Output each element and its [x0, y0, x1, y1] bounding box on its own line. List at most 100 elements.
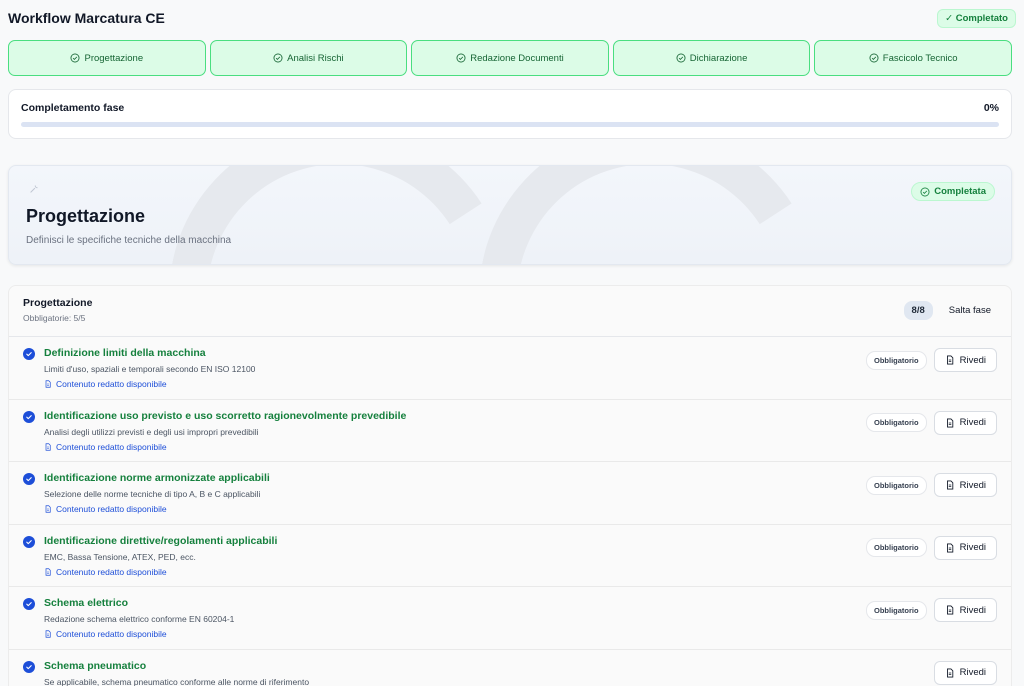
review-button[interactable]: Rivedi	[933, 660, 997, 685]
required-badge: Obbligatorio	[866, 475, 927, 495]
review-button[interactable]: Rivedi	[933, 410, 997, 435]
progress-bar	[21, 122, 999, 127]
review-label: Rivedi	[959, 667, 986, 678]
phase-progress-card: Completamento fase 0%	[8, 89, 1012, 139]
drafted-content-label: Contenuto redatto disponibile	[56, 566, 167, 577]
task-title: Identificazione norme armonizzate applic…	[44, 472, 270, 484]
task-description: Analisi degli utilizzi previsti e degli …	[44, 426, 259, 437]
drafted-content-link[interactable]: Contenuto redatto disponibile	[44, 629, 234, 639]
document-icon	[44, 630, 52, 638]
step-label: Dichiarazione	[689, 52, 748, 64]
drafted-content-label: Contenuto redatto disponibile	[56, 379, 167, 389]
task-row: Identificazione norme armonizzate applic…	[9, 462, 1011, 525]
review-button[interactable]: Rivedi	[933, 348, 997, 372]
review-button[interactable]: Rivedi	[933, 473, 997, 497]
phase-status-badge: Completata	[911, 182, 995, 201]
document-icon	[945, 418, 955, 428]
step-progettazione[interactable]: Progettazione	[8, 40, 206, 76]
required-badge: Obbligatorio	[866, 538, 927, 557]
task-description: Selezione delle norme tecniche di tipo A…	[44, 489, 261, 499]
document-icon	[945, 355, 955, 365]
drafted-content-link[interactable]: Contenuto redatto disponibile	[44, 504, 270, 514]
drafted-content-label: Contenuto redatto disponibile	[56, 504, 167, 514]
top-bar: Workflow Marcatura CE ✓ Completato	[0, 0, 1024, 36]
document-icon	[945, 605, 955, 615]
document-icon	[44, 380, 52, 388]
drafted-content-link[interactable]: Contenuto redatto disponibile	[44, 567, 277, 577]
required-badge: Obbligatorio	[866, 350, 927, 370]
task-row: Schema pneumatico Se applicabile, schema …	[9, 650, 1011, 686]
task-list-card: Progettazione Obbligatorie: 5/5 8/8 Salt…	[8, 285, 1012, 686]
workflow-steps: Progettazione Analisi Rischi Redazione D…	[8, 40, 1012, 76]
review-label: Rivedi	[959, 479, 986, 491]
phase-status-label: Completata	[934, 186, 986, 197]
step-fascicolo-tecnico[interactable]: Fascicolo Tecnico	[814, 40, 1012, 76]
task-count-badge: 8/8	[903, 300, 933, 320]
review-button[interactable]: Rivedi	[933, 598, 997, 622]
task-row: Identificazione uso previsto e uso scorr…	[9, 400, 1011, 462]
page-title: Workflow Marcatura CE	[8, 10, 165, 26]
background-decoration	[137, 166, 541, 264]
status-badge: ✓ Completato	[937, 8, 1016, 28]
document-icon	[44, 567, 52, 576]
drafted-content-label: Contenuto redatto disponibile	[56, 629, 167, 639]
check-circle-icon	[23, 348, 35, 360]
step-label: Analisi Rischi	[287, 52, 344, 64]
step-label: Redazione Documenti	[470, 52, 564, 64]
task-list: Definizione limiti della macchina Limiti …	[9, 337, 1011, 686]
step-label: Fascicolo Tecnico	[882, 52, 958, 64]
task-list-header: Progettazione Obbligatorie: 5/5 8/8 Salt…	[9, 286, 1011, 337]
phase-header-card: Progettazione Definisci le specifiche te…	[8, 165, 1012, 265]
check-circle-icon	[456, 53, 466, 63]
task-title: Identificazione uso previsto e uso scorr…	[44, 409, 407, 422]
task-description: Redazione schema elettrico conforme EN 6…	[44, 614, 235, 624]
step-label: Progettazione	[84, 52, 144, 64]
required-badge: Obbligatorio	[866, 413, 927, 432]
progress-percent: 0%	[983, 102, 999, 114]
check-circle-icon	[23, 410, 35, 423]
task-description: Limiti d'uso, spaziali e temporali secon…	[44, 364, 256, 374]
step-dichiarazione[interactable]: Dichiarazione	[612, 40, 811, 76]
check-circle-icon	[676, 53, 686, 63]
phase-title: Progettazione	[26, 206, 146, 226]
document-icon	[945, 543, 955, 553]
drafted-content-label: Contenuto redatto disponibile	[56, 441, 167, 452]
task-title: Identificazione direttive/regolamenti ap…	[44, 534, 278, 547]
document-icon	[945, 480, 955, 490]
check-circle-icon	[70, 53, 80, 63]
task-description: EMC, Bassa Tensione, ATEX, PED, ecc.	[44, 551, 196, 562]
check-circle-icon	[869, 53, 879, 63]
required-badge: Obbligatorio	[866, 600, 927, 620]
task-row: Schema elettrico Redazione schema elettri…	[9, 587, 1011, 650]
drafted-content-link[interactable]: Contenuto redatto disponibile	[44, 379, 255, 389]
skip-phase-button[interactable]: Salta fase	[943, 301, 997, 320]
task-title: Definizione limiti della macchina	[44, 347, 206, 359]
review-label: Rivedi	[959, 354, 986, 366]
task-row: Identificazione direttive/regolamenti ap…	[9, 525, 1011, 587]
task-list-subtitle: Obbligatorie: 5/5	[23, 313, 86, 323]
check-circle-icon	[23, 660, 35, 673]
task-title: Schema elettrico	[44, 597, 129, 609]
document-icon	[44, 505, 52, 513]
review-button[interactable]: Rivedi	[933, 535, 997, 560]
task-description: Se applicabile, schema pneumatico confor…	[44, 676, 310, 686]
check-circle-icon	[920, 187, 930, 196]
step-analisi-rischi[interactable]: Analisi Rischi	[209, 40, 408, 76]
phase-description: Definisci le specifiche tecniche della m…	[26, 235, 232, 246]
task-title: Schema pneumatico	[44, 659, 147, 672]
check-circle-icon	[23, 535, 35, 548]
check-circle-icon	[23, 598, 35, 610]
step-redazione-documenti[interactable]: Redazione Documenti	[411, 40, 609, 76]
progress-label: Completamento fase	[21, 102, 125, 114]
review-label: Rivedi	[959, 542, 986, 553]
review-label: Rivedi	[959, 417, 986, 428]
review-label: Rivedi	[959, 604, 986, 616]
task-list-title: Progettazione	[23, 297, 93, 309]
document-icon	[44, 442, 52, 451]
check-circle-icon	[23, 473, 35, 485]
background-decoration	[447, 166, 851, 264]
check-circle-icon	[273, 53, 283, 63]
wrench-icon	[29, 184, 39, 197]
task-row: Definizione limiti della macchina Limiti …	[9, 337, 1011, 400]
drafted-content-link[interactable]: Contenuto redatto disponibile	[44, 442, 406, 452]
